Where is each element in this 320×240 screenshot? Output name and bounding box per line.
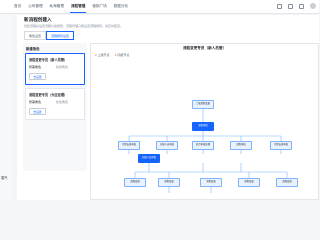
flow-node-root[interactable]: 上级流程变更 xyxy=(192,100,214,109)
top-right-tools xyxy=(277,3,316,9)
nav-item-process[interactable]: 流程管理 xyxy=(69,3,87,13)
flow-node[interactable]: 流程变更 xyxy=(200,178,222,187)
tab-process-rules[interactable]: 流程规则设置 xyxy=(46,31,75,40)
flow-node[interactable]: 行程安排审批 xyxy=(270,141,292,150)
role-panel: 新建角色 流程变更专员（新人员管） 所需角色 新建角色 去设置 流程变更专员（大… xyxy=(23,43,87,171)
role-field-value: 新建角色 xyxy=(56,65,69,69)
flow-node[interactable]: 流程变更 xyxy=(158,178,180,187)
flow-node[interactable]: 综合审批处理 xyxy=(192,141,214,150)
panel-title: 新建角色 xyxy=(26,47,40,51)
avatar[interactable] xyxy=(310,3,316,9)
bell-icon[interactable] xyxy=(288,3,293,9)
flow-node[interactable]: 流程审核 xyxy=(230,141,252,150)
flow-node[interactable]: 流程变更 xyxy=(124,178,146,187)
nav-item-company[interactable]: 公司管理 xyxy=(27,3,43,13)
flow-canvas[interactable]: 流程变更专员（新人员管） 2上级节点 3同级节点 上级流程变更 流程审批 行程安… xyxy=(90,43,319,200)
role-name: 流程变更专员（大区经理） xyxy=(29,93,68,97)
role-setup-button[interactable]: 去设置 xyxy=(29,108,46,115)
top-nav-bar: 首页 公司管理 私海管理 流程管理 营销广场 数据分析 xyxy=(0,0,319,14)
main-content: 新流程创建入 创建流程并设置流程分发规则，流程管理只能设置流程规则，请及时配置。… xyxy=(17,15,319,200)
role-card[interactable]: 流程变更专员（新人员管） 所需角色 新建角色 去设置 xyxy=(25,53,85,85)
help-icon[interactable] xyxy=(299,3,304,9)
flow-node[interactable]: 分配人员审批 xyxy=(156,141,178,150)
role-name: 流程变更专员（新人员管） xyxy=(29,58,68,62)
tab-bar: 角色设置 流程规则设置 xyxy=(24,31,75,40)
nav-item-marketing[interactable]: 营销广场 xyxy=(91,3,107,13)
role-field-value: 新建角色 xyxy=(56,100,69,104)
role-setup-button[interactable]: 去设置 xyxy=(29,73,46,80)
role-card[interactable]: 流程变更专员（大区经理） 所需角色 新建角色 去设置 xyxy=(25,88,85,120)
role-field-label: 所需角色 xyxy=(29,65,42,69)
left-sidebar: 蒸汽 xyxy=(0,14,12,200)
brand-logo: 蒸汽 xyxy=(1,176,8,180)
nav-item-private-sea[interactable]: 私海管理 xyxy=(49,3,65,13)
search-icon[interactable] xyxy=(277,3,282,9)
flow-node[interactable]: 行程安排审批 xyxy=(118,141,140,150)
flow-node[interactable]: 流程变更 xyxy=(238,178,260,187)
flow-node-approval[interactable]: 流程审批 xyxy=(192,122,214,131)
page-title: 新流程创建入 xyxy=(24,17,52,22)
nav-item-analytics[interactable]: 数据分析 xyxy=(113,3,129,13)
flow-node[interactable]: 流程变更 xyxy=(276,178,298,187)
main-nav: 首页 公司管理 私海管理 流程管理 营销广场 数据分析 xyxy=(13,3,129,13)
role-field-label: 所需角色 xyxy=(29,100,42,104)
page-description: 创建流程并设置流程分发规则，流程管理只能设置流程规则，请及时配置。 xyxy=(24,24,124,28)
nav-item-home[interactable]: 首页 xyxy=(13,3,22,13)
tab-role-settings[interactable]: 角色设置 xyxy=(24,31,47,40)
flow-node-selected[interactable]: 分配人员审批 xyxy=(138,154,160,163)
